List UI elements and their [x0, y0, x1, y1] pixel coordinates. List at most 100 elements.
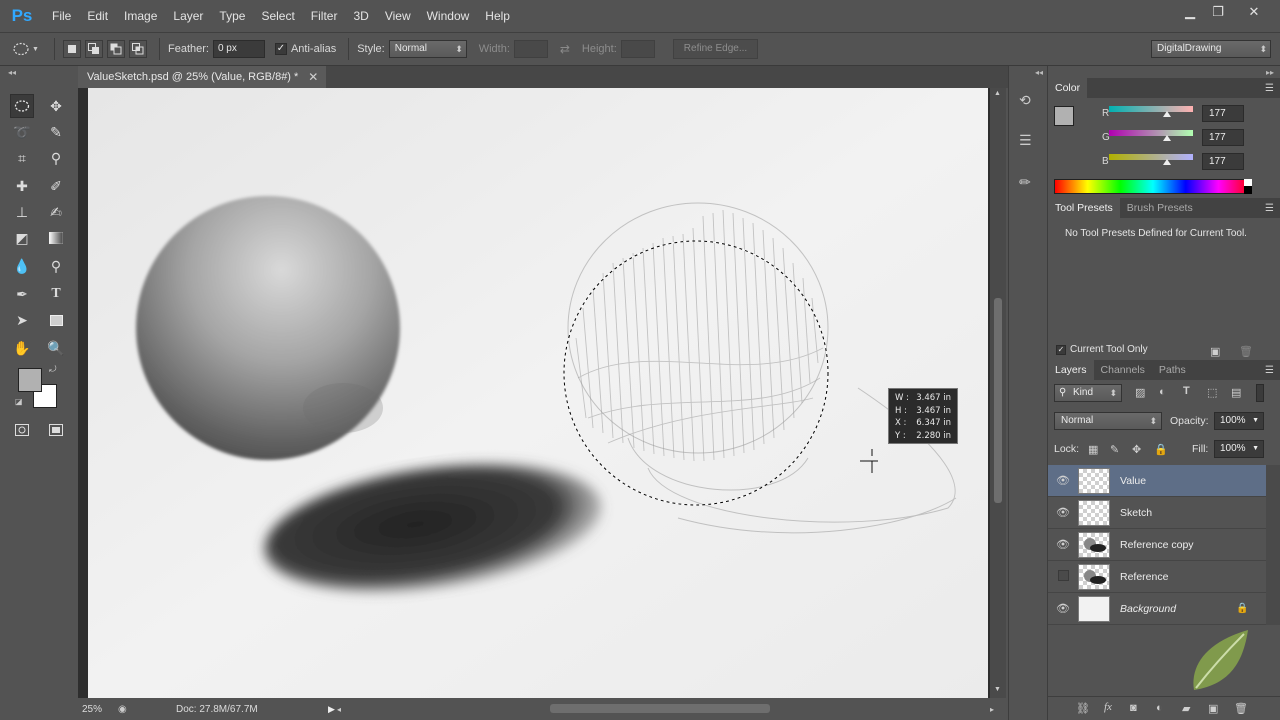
style-select[interactable]: Normal: [388, 40, 467, 58]
menu-image[interactable]: Image: [116, 0, 165, 32]
antialias-checkbox[interactable]: ✓: [274, 43, 287, 55]
close-document-icon[interactable]: ✕: [308, 66, 318, 88]
tab-color[interactable]: Color: [1048, 78, 1088, 98]
properties-panel-icon[interactable]: ☰: [1019, 132, 1032, 149]
scroll-left-icon[interactable]: ◂: [337, 705, 341, 714]
intersect-selection-icon[interactable]: [129, 40, 147, 58]
lock-image-icon[interactable]: ✎: [1110, 443, 1119, 456]
blue-slider-thumb[interactable]: [1163, 159, 1172, 165]
layer-visibility-off-box[interactable]: [1048, 569, 1078, 584]
screen-mode-icon[interactable]: [44, 418, 68, 442]
layers-scrollbar[interactable]: [1266, 465, 1280, 625]
scroll-down-icon[interactable]: ▼: [994, 686, 1001, 693]
menu-layer[interactable]: Layer: [165, 0, 211, 32]
height-input[interactable]: [620, 40, 655, 58]
blue-slider-track[interactable]: [1109, 154, 1193, 160]
blur-tool-icon[interactable]: 💧: [10, 254, 34, 278]
red-slider-track[interactable]: [1109, 106, 1193, 112]
refine-edge-button[interactable]: Refine Edge...: [672, 39, 759, 59]
red-slider-thumb[interactable]: [1163, 111, 1172, 117]
tab-brush-presets[interactable]: Brush Presets: [1120, 198, 1200, 218]
presets-panel-menu-icon[interactable]: ☰: [1265, 203, 1274, 214]
default-colors-icon[interactable]: ◪: [15, 397, 23, 406]
blue-value-input[interactable]: 177: [1202, 152, 1244, 170]
new-group-icon[interactable]: ▰: [1182, 702, 1190, 715]
filter-type-icon[interactable]: T: [1183, 385, 1190, 397]
eyedropper-tool-icon[interactable]: ⚲: [44, 146, 68, 170]
add-selection-icon[interactable]: [85, 40, 103, 58]
menu-view[interactable]: View: [377, 0, 419, 32]
collapse-toolbox-icon[interactable]: ◂◂: [8, 68, 16, 77]
new-selection-icon[interactable]: [63, 40, 81, 58]
swap-colors-icon[interactable]: ⤾: [49, 364, 57, 375]
workspace-select[interactable]: DigitalDrawing: [1151, 40, 1271, 58]
green-value-input[interactable]: 177: [1202, 128, 1244, 146]
feather-input[interactable]: 0 px: [212, 40, 265, 58]
subtract-selection-icon[interactable]: [107, 40, 125, 58]
close-window-icon[interactable]: ✕: [1236, 0, 1272, 24]
blend-mode-select[interactable]: Normal: [1054, 412, 1162, 430]
menu-file[interactable]: File: [44, 0, 79, 32]
filter-toggle-switch[interactable]: [1256, 384, 1264, 402]
gradient-tool-icon[interactable]: [44, 226, 68, 250]
color-spectrum-bar[interactable]: [1054, 179, 1252, 194]
color-panel-menu-icon[interactable]: ☰: [1265, 83, 1274, 94]
horizontal-scroll-thumb[interactable]: [550, 704, 770, 713]
move-tool-icon[interactable]: ✥: [44, 94, 68, 118]
status-info-icon[interactable]: ◉: [118, 704, 138, 715]
add-mask-icon[interactable]: ◙: [1130, 702, 1137, 714]
delete-preset-icon[interactable]: 🗑: [1239, 345, 1253, 358]
dodge-tool-icon[interactable]: ⚲: [44, 254, 68, 278]
green-slider-thumb[interactable]: [1163, 135, 1172, 141]
layer-row-sketch[interactable]: 👁 Sketch: [1048, 497, 1266, 529]
zoom-level[interactable]: 25%: [78, 704, 118, 715]
lock-position-icon[interactable]: ✥: [1132, 443, 1141, 456]
quick-mask-icon[interactable]: [10, 418, 34, 442]
foreground-color-swatch-front[interactable]: [18, 368, 42, 392]
layer-visibility-eye-icon[interactable]: 👁: [1048, 506, 1078, 519]
eraser-tool-icon[interactable]: ◩: [10, 226, 34, 250]
document-tab[interactable]: ValueSketch.psd @ 25% (Value, RGB/8#) * …: [78, 66, 327, 88]
layers-panel-menu-icon[interactable]: ☰: [1265, 365, 1274, 376]
layer-row-background[interactable]: 👁 Background 🔒: [1048, 593, 1266, 625]
clone-stamp-tool-icon[interactable]: ⊥: [10, 200, 34, 224]
healing-brush-tool-icon[interactable]: ✚: [10, 174, 34, 198]
filter-shape-icon[interactable]: ⬚: [1207, 386, 1217, 399]
maximize-icon[interactable]: ❐: [1200, 0, 1236, 24]
brush-tool-icon[interactable]: ✐: [44, 174, 68, 198]
layer-row-reference[interactable]: Reference: [1048, 561, 1266, 593]
lock-all-icon[interactable]: 🔒: [1154, 443, 1168, 456]
new-layer-icon[interactable]: ▣: [1208, 702, 1218, 715]
elliptical-marquee-tool-icon[interactable]: [10, 94, 34, 118]
zoom-tool-icon[interactable]: 🔍: [44, 336, 68, 360]
document-canvas[interactable]: [88, 88, 988, 698]
red-value-input[interactable]: 177: [1202, 104, 1244, 122]
opacity-input[interactable]: 100% ▼: [1214, 412, 1264, 430]
layer-visibility-eye-icon[interactable]: 👁: [1048, 602, 1078, 615]
scroll-up-icon[interactable]: ▲: [994, 90, 1001, 97]
history-brush-tool-icon[interactable]: ✍: [44, 200, 68, 224]
spectrum-black-swatch[interactable]: [1244, 186, 1252, 194]
link-layers-icon[interactable]: ⛓: [1076, 702, 1090, 715]
layer-row-reference-copy[interactable]: 👁 Reference copy: [1048, 529, 1266, 561]
tab-tool-presets[interactable]: Tool Presets: [1048, 198, 1120, 218]
current-tool-only-checkbox[interactable]: ✓: [1056, 344, 1066, 355]
expand-panels-icon[interactable]: ◂◂: [1035, 68, 1043, 77]
lock-transparent-icon[interactable]: ▦: [1088, 443, 1098, 456]
menu-type[interactable]: Type: [211, 0, 253, 32]
spectrum-white-swatch[interactable]: [1244, 179, 1252, 186]
menu-filter[interactable]: Filter: [303, 0, 346, 32]
new-preset-icon[interactable]: ▣: [1210, 345, 1220, 358]
menu-3d[interactable]: 3D: [345, 0, 376, 32]
filter-pixel-icon[interactable]: ▨: [1135, 386, 1145, 399]
fill-input[interactable]: 100% ▼: [1214, 440, 1264, 458]
hand-tool-icon[interactable]: ✋: [10, 336, 34, 360]
elliptical-marquee-preset-icon[interactable]: ▼: [12, 41, 46, 57]
collapse-panels-icon[interactable]: ▸▸: [1266, 68, 1274, 77]
layer-visibility-eye-icon[interactable]: 👁: [1048, 474, 1078, 487]
swap-dimensions-icon[interactable]: ⇄: [548, 42, 582, 56]
path-selection-tool-icon[interactable]: ➤: [10, 308, 34, 332]
rectangle-tool-icon[interactable]: [44, 308, 68, 332]
type-tool-icon[interactable]: T: [44, 282, 68, 306]
lasso-tool-icon[interactable]: ➰: [10, 120, 34, 144]
